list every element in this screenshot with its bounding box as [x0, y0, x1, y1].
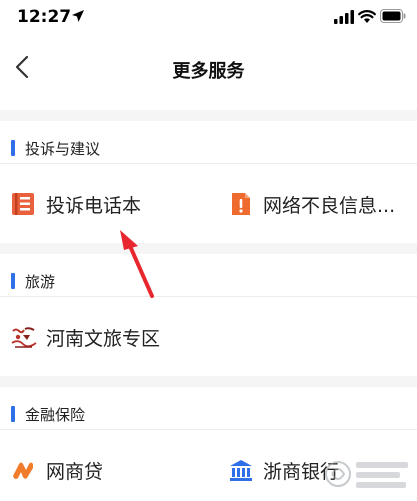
service-bad-info-report[interactable]: 网络不良信息...: [215, 164, 417, 244]
service-label: 河南文旅专区: [46, 328, 161, 350]
section-accent-bar: [11, 273, 15, 289]
service-zheshang-bank[interactable]: 浙商银行: [215, 430, 417, 501]
bank-icon: [230, 460, 252, 481]
section-accent-bar: [11, 140, 15, 156]
battery-icon: [380, 9, 406, 23]
cellular-signal-icon: [334, 10, 354, 24]
service-wangshang-loan[interactable]: 网商贷: [0, 430, 210, 501]
phonebook-icon: [12, 193, 34, 215]
section-title: 旅游: [25, 273, 56, 291]
service-row-travel: 河南文旅专区: [0, 296, 417, 376]
henan-culture-logo: [11, 327, 37, 348]
service-label: 网商贷: [46, 461, 104, 483]
service-label: 网络不良信息...: [263, 195, 396, 217]
service-row-finance: 网商贷 浙商银行: [0, 429, 417, 501]
section-title: 投诉与建议: [25, 140, 101, 158]
service-complaint-phonebook[interactable]: 投诉电话本: [0, 164, 210, 244]
service-henan-culture-tourism[interactable]: 河南文旅专区: [0, 297, 210, 377]
service-label: 浙商银行: [263, 461, 340, 483]
navigation-bar: 更多服务: [0, 36, 417, 110]
wangshang-loan-icon: [13, 462, 33, 479]
section-title: 金融保险: [25, 406, 86, 424]
service-label: 投诉电话本: [46, 195, 142, 217]
status-time: 12:27: [17, 7, 72, 27]
wifi-icon: [358, 10, 376, 23]
status-bar: 12:27: [0, 0, 417, 36]
report-document-icon: [232, 193, 250, 215]
section-accent-bar: [11, 406, 15, 422]
location-arrow-icon: [72, 10, 84, 22]
service-row-complaints: 投诉电话本 网络不良信息...: [0, 163, 417, 243]
page-title: 更多服务: [172, 61, 245, 82]
